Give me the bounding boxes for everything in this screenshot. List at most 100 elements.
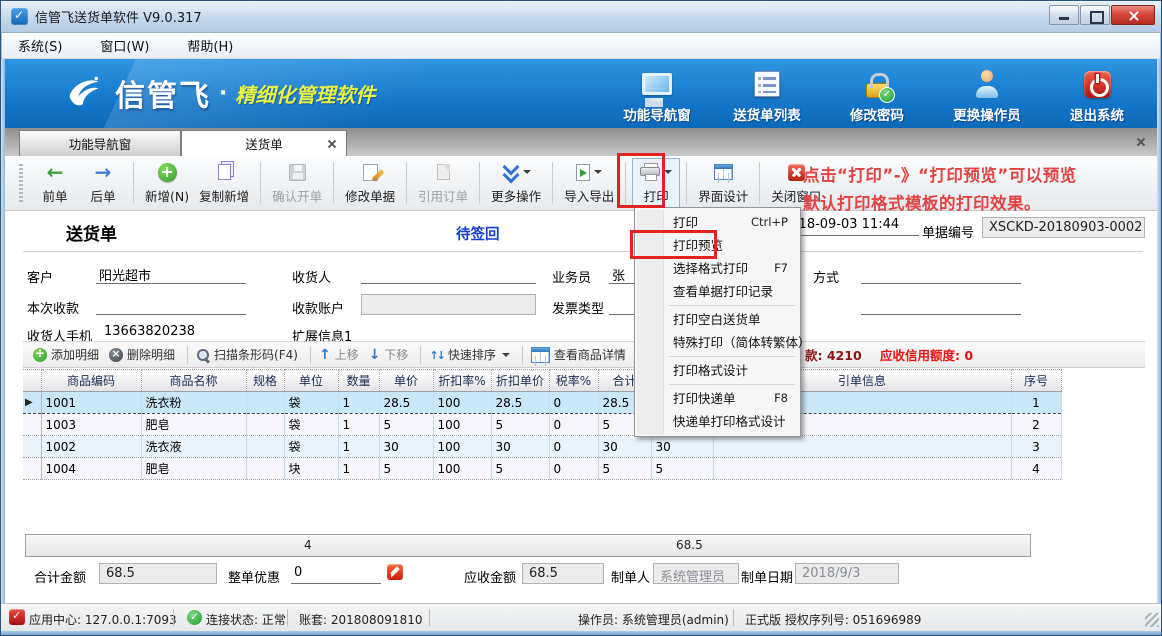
grid-cell[interactable]: 100: [433, 436, 491, 458]
grid-cell[interactable]: 1001: [41, 392, 141, 414]
close-button[interactable]: [1111, 5, 1155, 25]
toolbar-button-import-export[interactable]: 导入导出: [559, 158, 619, 208]
toolbar-button-more[interactable]: 更多操作: [486, 158, 546, 208]
grid-cell[interactable]: 袋: [284, 392, 338, 414]
quick-sort-button[interactable]: 快速排序: [429, 346, 509, 363]
payment-field[interactable]: [96, 294, 246, 315]
tab-nav-window[interactable]: 功能导航窗: [19, 130, 181, 156]
grid-cell[interactable]: 洗衣粉: [141, 392, 246, 414]
view-product-detail-button[interactable]: 查看商品详情: [531, 346, 626, 363]
tab-delivery-note[interactable]: 送货单: [181, 130, 347, 156]
menu-help[interactable]: 帮助(H): [181, 34, 239, 57]
grid-cell[interactable]: 30: [379, 436, 433, 458]
grid-cell[interactable]: 1002: [41, 436, 141, 458]
menu-item-express-format-design[interactable]: 快递单打印格式设计: [637, 410, 798, 433]
grid-row[interactable]: ▶ 1001 洗衣粉 袋 1 28.5 100 28.5 0 28.5 28.5…: [23, 392, 1061, 414]
grid-cell[interactable]: 袋: [284, 414, 338, 436]
toolbar-button-edit[interactable]: 修改单据: [340, 158, 400, 208]
grid-cell[interactable]: [246, 436, 284, 458]
grid-cell[interactable]: 1: [338, 436, 379, 458]
toolbar-button-new[interactable]: 新增(N): [140, 158, 194, 208]
discount-field[interactable]: 0: [291, 563, 381, 584]
grid-row[interactable]: 1002 洗衣液 袋 1 30 100 30 0 30 30 3: [23, 436, 1061, 458]
grid-cell[interactable]: 袋: [284, 436, 338, 458]
method-field[interactable]: [861, 263, 1021, 284]
tabstrip-close-icon[interactable]: [1135, 136, 1147, 148]
grid-cell[interactable]: 块: [284, 458, 338, 480]
toolbar-button-prev[interactable]: 前单: [31, 158, 79, 208]
resize-grip[interactable]: [1145, 613, 1159, 627]
grid-cell[interactable]: 1004: [41, 458, 141, 480]
add-detail-button[interactable]: 添加明细: [33, 346, 99, 363]
grid-cell[interactable]: 28.5: [491, 392, 549, 414]
grid-cell[interactable]: 5: [379, 414, 433, 436]
grid-cell[interactable]: 1003: [41, 414, 141, 436]
tab-close-icon[interactable]: [326, 138, 338, 150]
grid-cell[interactable]: 5: [651, 458, 713, 480]
grid-cell[interactable]: [713, 458, 1011, 480]
grid-cell[interactable]: 100: [433, 458, 491, 480]
menu-item-print[interactable]: 打印Ctrl+P: [637, 211, 798, 234]
grid-cell[interactable]: 30: [651, 436, 713, 458]
toolbar-button-copy-new[interactable]: 复制新增: [194, 158, 254, 208]
grid-col-header: 单价: [379, 370, 433, 392]
grid-cell[interactable]: 100: [433, 392, 491, 414]
grid-cell[interactable]: 5: [491, 414, 549, 436]
grid-cell[interactable]: 洗衣液: [141, 436, 246, 458]
menu-item-print-format-design[interactable]: 打印格式设计: [637, 359, 798, 382]
grid-cell[interactable]: 0: [549, 414, 598, 436]
ext1-field[interactable]: [361, 322, 536, 343]
menu-item-special-print[interactable]: 特殊打印（简体转繁体）: [637, 331, 798, 354]
delete-detail-button[interactable]: 删除明细: [109, 346, 175, 363]
menu-item-print-history[interactable]: 查看单据打印记录: [637, 280, 798, 303]
grid-cell[interactable]: 28.5: [379, 392, 433, 414]
scan-barcode-button[interactable]: 扫描条形码(F4): [196, 346, 298, 363]
grid-cell[interactable]: 0: [549, 392, 598, 414]
grid-cell[interactable]: 5: [491, 458, 549, 480]
grid-cell[interactable]: 肥皂: [141, 414, 246, 436]
banner-button-change-password[interactable]: 修改密码: [835, 67, 919, 124]
grid-cell[interactable]: [246, 458, 284, 480]
banner-button-exit[interactable]: 退出系统: [1055, 67, 1139, 124]
menu-item-print-express[interactable]: 打印快递单F8: [637, 387, 798, 410]
menu-item-print-preview[interactable]: 打印预览: [637, 234, 798, 257]
grid-cell[interactable]: 1: [338, 414, 379, 436]
toolbar-button-ref-order[interactable]: 引用订单: [413, 158, 473, 208]
grid-cell[interactable]: 30: [491, 436, 549, 458]
grid-cell[interactable]: 1: [338, 458, 379, 480]
grid-cell[interactable]: 30: [598, 436, 651, 458]
grid-cell[interactable]: [246, 392, 284, 414]
grid-cell[interactable]: [713, 436, 1011, 458]
menu-item-print-blank[interactable]: 打印空白送货单: [637, 308, 798, 331]
menu-item-select-format-print[interactable]: 选择格式打印F7: [637, 257, 798, 280]
banner-button-switch-operator[interactable]: 更换操作员: [945, 67, 1029, 124]
menu-window[interactable]: 窗口(W): [94, 34, 155, 57]
method2-field[interactable]: [861, 294, 1021, 315]
banner-button-nav-window[interactable]: 功能导航窗: [615, 67, 699, 124]
grid-cell[interactable]: 0: [549, 436, 598, 458]
minimize-button[interactable]: [1049, 5, 1079, 25]
menu-system[interactable]: 系统(S): [12, 34, 68, 57]
maximize-button[interactable]: [1080, 5, 1110, 25]
toolbar-button-confirm[interactable]: 确认开单: [267, 158, 327, 208]
grid-row[interactable]: 1003 肥皂 袋 1 5 100 5 0 5 5 2: [23, 414, 1061, 436]
grid-cell[interactable]: 100: [433, 414, 491, 436]
discount-edit-icon[interactable]: [387, 564, 403, 580]
receiver-field[interactable]: [361, 263, 536, 284]
grid-cell[interactable]: 1: [338, 392, 379, 414]
grid-cell[interactable]: 0: [549, 458, 598, 480]
grid-row[interactable]: 1004 肥皂 块 1 5 100 5 0 5 5 4: [23, 458, 1061, 480]
grid-cell[interactable]: 5: [598, 458, 651, 480]
move-down-button[interactable]: 下移: [369, 346, 409, 363]
toolbar-button-next[interactable]: 后单: [79, 158, 127, 208]
grid-cell[interactable]: 肥皂: [141, 458, 246, 480]
move-up-button[interactable]: 上移: [319, 346, 359, 363]
grid-gutter-header: [23, 370, 41, 392]
toolbar-button-print[interactable]: 打印: [632, 158, 680, 208]
banner-button-delivery-list[interactable]: 送货单列表: [725, 67, 809, 124]
phone-field[interactable]: 13663820238: [101, 322, 246, 343]
toolbar-button-ui-design[interactable]: 界面设计: [693, 158, 753, 208]
grid-cell[interactable]: [246, 414, 284, 436]
grid-cell[interactable]: 5: [379, 458, 433, 480]
customer-field[interactable]: 阳光超市: [96, 263, 246, 284]
